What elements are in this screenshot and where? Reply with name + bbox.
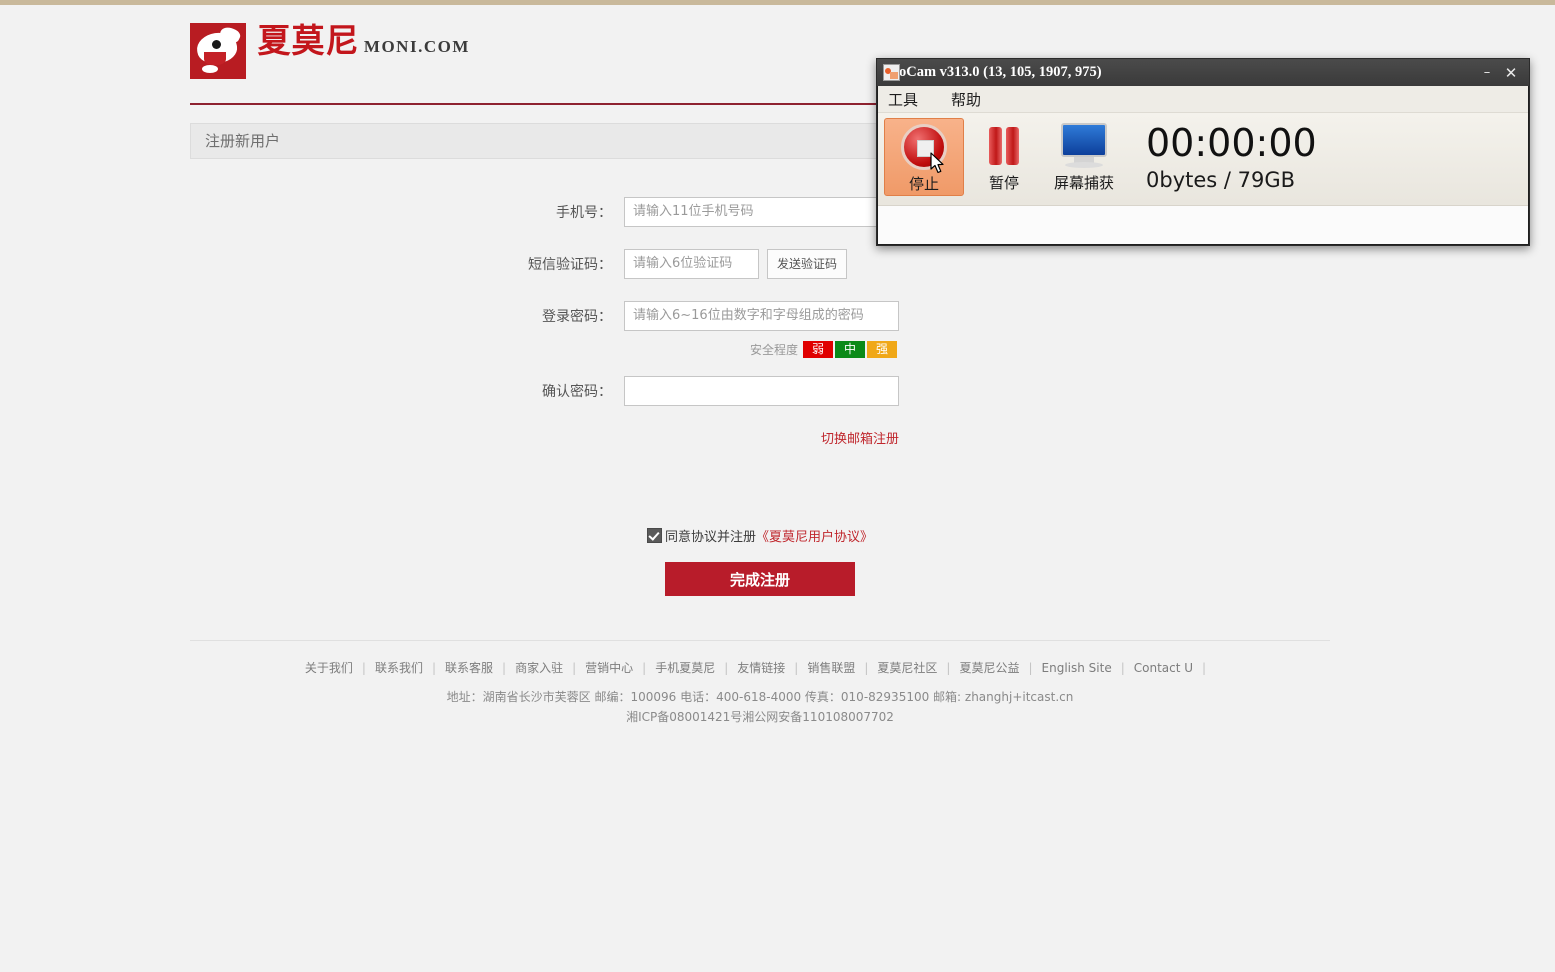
- phone-input[interactable]: [624, 197, 899, 227]
- sms-code-input[interactable]: [624, 249, 759, 279]
- moni-dog-logo-icon: [190, 23, 246, 79]
- footer-address: 地址：湖南省长沙市芙蓉区 邮编：100096 电话：400-618-4000 传…: [446, 690, 1074, 704]
- ocam-menu-bar: 工具 帮助: [878, 86, 1528, 113]
- footer-link[interactable]: 联系我们: [375, 661, 423, 675]
- stop-button[interactable]: 停止: [884, 118, 964, 196]
- form-row-confirm-password: 确认密码：: [190, 376, 1330, 406]
- stop-button-label: 停止: [908, 175, 939, 193]
- logo-wordmark: 夏莫尼 MONI.COM: [257, 23, 469, 59]
- ocam-app-icon: [883, 64, 900, 81]
- ocam-title-bar[interactable]: oCam v313.0 (13, 105, 1907, 975) – ✕: [877, 59, 1529, 86]
- ocam-title-text: oCam v313.0 (13, 105, 1907, 975): [899, 64, 1102, 80]
- footer-link[interactable]: 夏莫尼社区: [877, 661, 937, 675]
- close-icon[interactable]: ✕: [1499, 64, 1523, 82]
- switch-register-row: 切换邮箱注册: [190, 428, 1330, 448]
- pause-button-label: 暂停: [988, 174, 1019, 192]
- strength-chip-weak: 弱: [803, 341, 833, 358]
- ocam-status-readout: 00:00:00 0bytes / 79GB: [1146, 118, 1317, 193]
- ocam-body: 工具 帮助 停止 暂停 屏幕捕获 00:00:00 0bytes / 79GB: [877, 86, 1529, 245]
- footer-separator: |: [794, 661, 799, 675]
- label-phone: 手机号：: [556, 204, 612, 220]
- footer-links: 关于我们 | 联系我们 | 联系客服 | 商家入驻 | 营销中心 | 手机夏莫尼 | 友情链接 | 销售联盟…: [190, 659, 1330, 676]
- footer-separator: |: [864, 661, 869, 675]
- footer-link[interactable]: 商家入驻: [515, 661, 563, 675]
- minimize-icon[interactable]: –: [1475, 65, 1499, 80]
- footer-separator: |: [1120, 661, 1125, 675]
- label-confirm-password: 确认密码：: [542, 383, 612, 399]
- agreement-checkbox[interactable]: [646, 528, 662, 543]
- footer-icp: 湘ICP备08001421号湘公网安备110108007702: [626, 710, 894, 724]
- menu-item-tools[interactable]: 工具: [888, 89, 918, 110]
- password-input[interactable]: [624, 301, 899, 331]
- footer-link[interactable]: 夏莫尼公益: [959, 661, 1019, 675]
- ocam-toolbar: 停止 暂停 屏幕捕获 00:00:00 0bytes / 79GB: [878, 113, 1528, 211]
- footer-link[interactable]: 销售联盟: [807, 661, 855, 675]
- ocam-window-controls: – ✕: [1475, 59, 1523, 86]
- confirm-password-input[interactable]: [624, 376, 899, 406]
- recording-size-info: 0bytes / 79GB: [1146, 168, 1296, 192]
- registration-form: 手机号： 短信验证码： 发送验证码 登录密码： 安全程度 弱 中 强: [190, 197, 1330, 596]
- footer-separator: |: [1028, 661, 1033, 675]
- agreement-text: 同意协议并注册: [664, 530, 756, 545]
- footer-separator: |: [1202, 661, 1207, 675]
- footer-separator: |: [946, 661, 951, 675]
- password-strength-meter: 安全程度 弱 中 强: [190, 341, 1330, 358]
- strength-label: 安全程度: [749, 343, 798, 357]
- footer-link[interactable]: 手机夏莫尼: [655, 661, 715, 675]
- footer-separator: |: [724, 661, 729, 675]
- form-row-sms-code: 短信验证码： 发送验证码: [190, 249, 1330, 279]
- recording-timer: 00:00:00: [1146, 121, 1317, 165]
- ocam-status-bar: [878, 205, 1528, 244]
- label-password: 登录密码：: [542, 308, 612, 324]
- ocam-window: oCam v313.0 (13, 105, 1907, 975) – ✕ 工具 …: [876, 58, 1530, 246]
- user-agreement-link[interactable]: 《夏莫尼用户协议》: [756, 530, 873, 545]
- agreement-row: 同意协议并注册《夏莫尼用户协议》: [190, 526, 1330, 545]
- strength-chip-strong: 强: [867, 341, 897, 358]
- stop-icon: [901, 124, 947, 170]
- footer-link[interactable]: 营销中心: [585, 661, 633, 675]
- footer-link[interactable]: 关于我们: [305, 661, 353, 675]
- pause-button[interactable]: 暂停: [964, 118, 1044, 196]
- logo-domain-text: MONI.COM: [363, 37, 470, 56]
- footer-separator: |: [361, 661, 366, 675]
- site-footer: 关于我们 | 联系我们 | 联系客服 | 商家入驻 | 营销中心 | 手机夏莫尼 | 友情链接 | 销售联盟…: [190, 640, 1330, 727]
- strength-chip-medium: 中: [835, 341, 865, 358]
- complete-registration-button[interactable]: 完成注册: [665, 562, 855, 596]
- logo-chinese-text: 夏莫尼: [257, 21, 360, 60]
- footer-separator: |: [642, 661, 647, 675]
- switch-to-email-register-link[interactable]: 切换邮箱注册: [821, 432, 899, 447]
- footer-separator: |: [502, 661, 507, 675]
- label-sms-code: 短信验证码：: [528, 256, 612, 272]
- footer-link[interactable]: Contact U: [1134, 661, 1193, 675]
- footer-link[interactable]: 联系客服: [445, 661, 493, 675]
- menu-item-help[interactable]: 帮助: [951, 89, 981, 110]
- footer-link[interactable]: English Site: [1042, 661, 1112, 675]
- pause-icon: [981, 123, 1027, 169]
- footer-separator: |: [572, 661, 577, 675]
- screen-capture-button[interactable]: 屏幕捕获: [1044, 118, 1124, 196]
- submit-row: 完成注册: [190, 562, 1330, 596]
- form-row-password: 登录密码：: [190, 301, 1330, 331]
- monitor-icon: [1058, 123, 1110, 169]
- send-code-button[interactable]: 发送验证码: [767, 249, 848, 279]
- footer-link[interactable]: 友情链接: [737, 661, 785, 675]
- screen-capture-button-label: 屏幕捕获: [1053, 174, 1114, 192]
- site-logo[interactable]: 夏莫尼 MONI.COM: [190, 23, 470, 79]
- footer-separator: |: [431, 661, 437, 675]
